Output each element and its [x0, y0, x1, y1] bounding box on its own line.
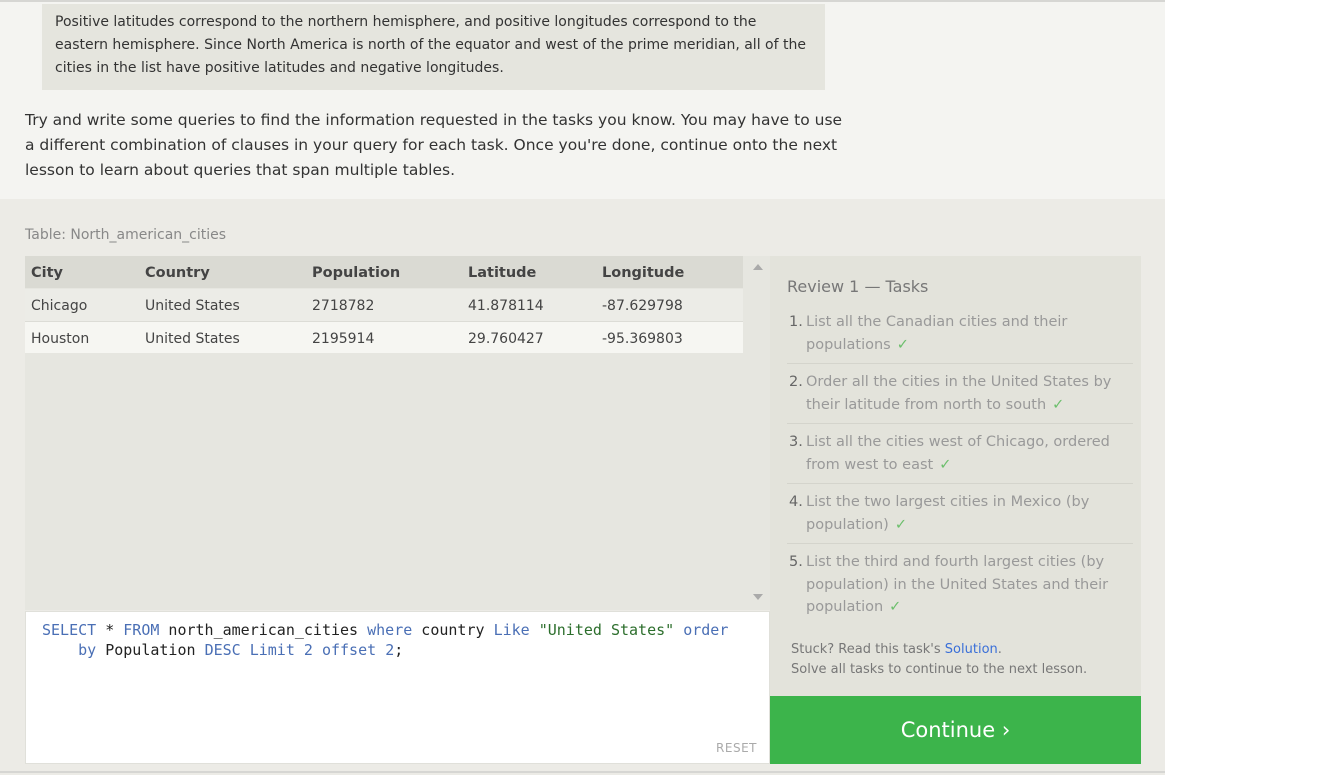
- task-number: 2.: [789, 374, 803, 390]
- checkmark-icon: ✓: [889, 599, 902, 615]
- task-list: 1. List all the Canadian cities and their…: [787, 311, 1133, 633]
- checkmark-icon: ✓: [896, 336, 909, 353]
- tasks-panel: Review 1 — Tasks 1. List all the Canadian…: [770, 256, 1141, 696]
- sql-token: ;: [394, 641, 404, 659]
- sql-keyword: Limit: [249, 641, 295, 659]
- task-item: 5. List the third and fourth largest citi…: [787, 551, 1133, 626]
- bottom-divider: [0, 771, 1165, 773]
- sql-token: country: [412, 621, 494, 639]
- table-cell: 41.878114: [468, 298, 544, 314]
- column-header-latitude: Latitude: [468, 265, 537, 281]
- sql-number: 2: [385, 641, 395, 659]
- results-table[interactable]: City Country Population Latitude Longitu…: [25, 256, 770, 610]
- scroll-up-arrow-icon[interactable]: [753, 264, 763, 270]
- table-cell: 29.760427: [468, 331, 544, 347]
- task-text: List all the cities west of Chicago, ord…: [806, 434, 1110, 473]
- checkmark-icon: ✓: [1052, 396, 1065, 413]
- column-header-longitude: Longitude: [602, 265, 685, 281]
- column-header-population: Population: [312, 265, 401, 281]
- sql-keyword: where: [367, 621, 413, 639]
- table-cell: -95.369803: [602, 331, 683, 347]
- task-number: 3.: [789, 434, 803, 450]
- sql-keyword: order: [683, 621, 729, 639]
- stuck-suffix: .: [997, 642, 1002, 657]
- task-item: 1. List all the Canadian cities and their…: [787, 311, 1133, 364]
- page: Positive latitudes correspond to the nor…: [0, 0, 1323, 775]
- sql-keyword: offset: [321, 641, 377, 659]
- exercise-workspace: Table: North_american_cities City Countr…: [0, 199, 1165, 775]
- lesson-section: Positive latitudes correspond to the nor…: [0, 0, 1165, 199]
- task-number: 5.: [789, 554, 803, 570]
- solution-link[interactable]: Solution: [945, 642, 998, 657]
- task-item: 3. List all the cities west of Chicago, o…: [787, 431, 1133, 484]
- sql-number: 2: [303, 641, 313, 659]
- sql-keyword: DESC: [204, 641, 241, 659]
- task-text: Order all the cities in the United State…: [806, 374, 1112, 413]
- tasks-title: Review 1 — Tasks: [787, 277, 929, 296]
- sql-token: *: [96, 621, 124, 639]
- task-text: List all the Canadian cities and their p…: [806, 314, 1068, 353]
- table-cell: United States: [145, 298, 240, 314]
- table-cell: 2195914: [312, 331, 375, 347]
- sql-keyword: Like: [493, 621, 530, 639]
- table-header-row: City Country Population Latitude Longitu…: [25, 256, 743, 288]
- task-text: List the two largest cities in Mexico (b…: [806, 494, 1090, 533]
- sql-keyword: FROM: [123, 621, 160, 639]
- table-row: Chicago United States 2718782 41.878114 …: [25, 289, 743, 321]
- task-text: List the third and fourth largest cities…: [806, 554, 1109, 615]
- sql-token: north_american_cities: [159, 621, 368, 639]
- sql-token: Population: [96, 641, 205, 659]
- reset-button[interactable]: RESET: [716, 741, 757, 755]
- table-cell: Houston: [31, 331, 90, 347]
- sql-query-input[interactable]: SELECT * FROM north_american_cities wher…: [42, 620, 762, 660]
- task-number: 1.: [789, 314, 803, 330]
- table-row: Houston United States 2195914 29.760427 …: [25, 321, 743, 353]
- column-header-city: City: [31, 265, 63, 281]
- sql-keyword: SELECT: [42, 621, 97, 639]
- table-cell: Chicago: [31, 298, 88, 314]
- solve-all-text: Solve all tasks to continue to the next …: [791, 662, 1088, 677]
- task-item: 2. Order all the cities in the United Sta…: [787, 371, 1133, 424]
- checkmark-icon: ✓: [939, 456, 952, 473]
- note-box: Positive latitudes correspond to the nor…: [42, 4, 825, 90]
- sql-string: "United States": [538, 621, 675, 639]
- column-header-country: Country: [145, 265, 210, 281]
- sql-editor[interactable]: SELECT * FROM north_american_cities wher…: [25, 611, 770, 764]
- intro-paragraph: Try and write some queries to find the i…: [25, 111, 843, 179]
- table-cell: -87.629798: [602, 298, 683, 314]
- table-cell: 2718782: [312, 298, 375, 314]
- table-label: Table: North_american_cities: [25, 227, 227, 243]
- sql-keyword: by: [78, 641, 97, 659]
- table-cell: United States: [145, 331, 240, 347]
- stuck-prefix: Stuck? Read this task's: [791, 642, 945, 657]
- note-text: Positive latitudes correspond to the nor…: [55, 14, 806, 76]
- scroll-down-arrow-icon[interactable]: [753, 594, 763, 600]
- continue-button[interactable]: Continue ›: [770, 696, 1141, 764]
- stuck-hint: Stuck? Read this task's Solution. Solve …: [791, 640, 1087, 680]
- checkmark-icon: ✓: [894, 516, 907, 533]
- task-number: 4.: [789, 494, 803, 510]
- task-item: 4. List the two largest cities in Mexico …: [787, 491, 1133, 544]
